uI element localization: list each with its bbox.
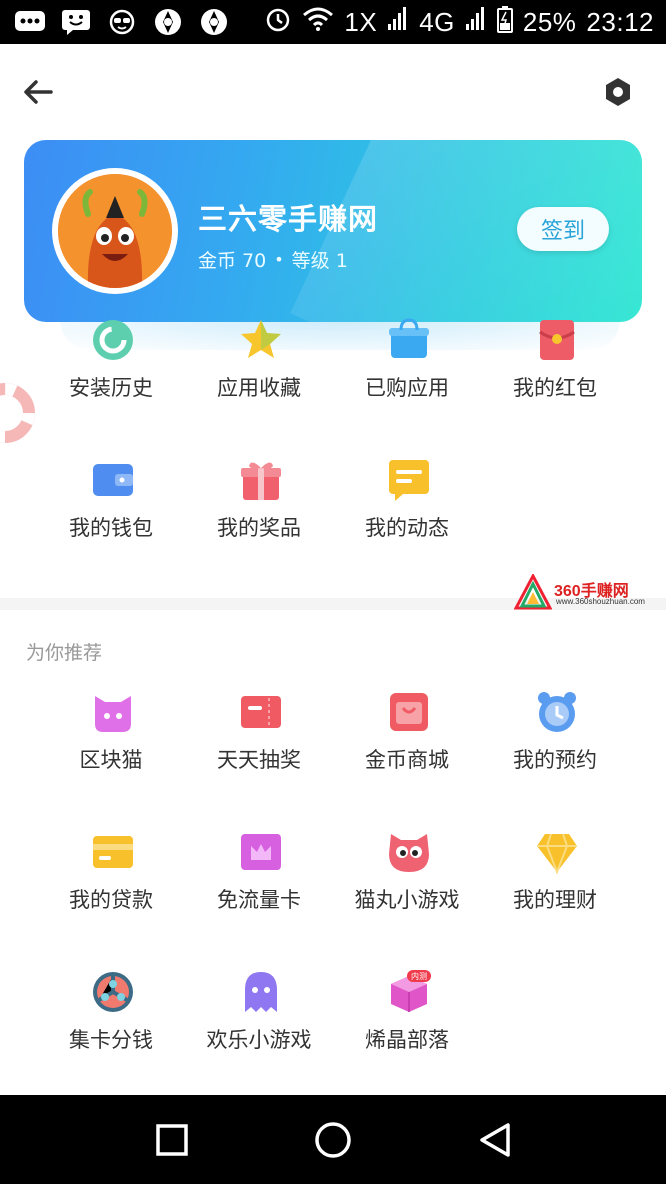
rec-block-cat[interactable]: 区块猫 — [37, 690, 185, 790]
rec-coin-store[interactable]: 金币商城 — [333, 690, 481, 790]
coins-value: 金币 70 — [198, 250, 267, 272]
monster-avatar-icon — [58, 174, 172, 288]
cat-ball-game-icon — [387, 830, 431, 874]
watermark-logo-icon — [514, 574, 552, 610]
menu-label: 已购应用 — [365, 376, 449, 400]
back-button[interactable] — [18, 72, 58, 112]
circle-icon — [315, 1122, 351, 1158]
alarm-clock-icon — [535, 690, 579, 734]
rec-data-card[interactable]: 免流量卡 — [185, 830, 333, 930]
menu-label: 安装历史 — [69, 376, 153, 400]
store-icon — [387, 690, 431, 734]
rec-label: 我的预约 — [513, 748, 597, 772]
rec-cat-ball-game[interactable]: 猫丸小游戏 — [333, 830, 481, 930]
rec-label: 集卡分钱 — [69, 1028, 153, 1052]
menu-label: 我的动态 — [365, 516, 449, 540]
gift-icon — [239, 458, 283, 502]
notification-icons — [14, 6, 230, 38]
credit-card-icon — [91, 830, 135, 874]
rec-label: 天天抽奖 — [217, 748, 301, 772]
user-stats: 金币 70 • 等级 1 — [198, 246, 348, 273]
recent-apps-button[interactable] — [147, 1115, 197, 1165]
system-nav-bar — [0, 1095, 666, 1184]
history-icon — [91, 318, 135, 362]
menu-install-history[interactable]: 安装历史 — [37, 318, 185, 418]
rec-loans[interactable]: 我的贷款 — [37, 830, 185, 930]
stats-separator: • — [274, 250, 284, 269]
battery-percent: 25% — [522, 6, 577, 37]
section-title: 为你推荐 — [26, 642, 103, 664]
settings-button[interactable] — [598, 72, 638, 112]
rec-label: 区块猫 — [79, 748, 143, 772]
card-collect-icon — [91, 970, 135, 1014]
rec-reservations[interactable]: 我的预约 — [481, 690, 629, 790]
rec-crystal-tribe[interactable]: 内测 烯晶部落 — [333, 970, 481, 1070]
aperture-icon-2 — [198, 6, 230, 38]
gear-icon — [606, 78, 630, 106]
menu-label: 我的奖品 — [217, 516, 301, 540]
alarm-icon — [264, 5, 292, 40]
rec-label: 我的理财 — [513, 888, 597, 912]
avatar[interactable] — [52, 168, 178, 294]
lottery-ticket-icon — [239, 690, 283, 734]
chat-bubble-icon — [14, 6, 46, 38]
watermark-url: www.360shouzhuan.com — [556, 597, 645, 606]
wallet-icon — [91, 458, 135, 502]
battery-icon — [496, 5, 513, 40]
network-4g: 4G — [419, 6, 455, 37]
rec-happy-games[interactable]: 欢乐小游戏 — [185, 970, 333, 1070]
profile-card: 三六零手赚网 金币 70 • 等级 1 签到 — [24, 140, 642, 322]
menu-prizes[interactable]: 我的奖品 — [185, 458, 333, 558]
rec-daily-lottery[interactable]: 天天抽奖 — [185, 690, 333, 790]
menu-label: 我的红包 — [513, 376, 597, 400]
star-icon — [239, 318, 283, 362]
menu-label: 应用收藏 — [217, 376, 301, 400]
wifi-icon — [302, 6, 334, 39]
checkin-button[interactable]: 签到 — [517, 207, 609, 251]
signal-icon — [387, 6, 409, 39]
red-envelope-icon — [535, 318, 579, 362]
arrow-left-icon — [24, 80, 53, 104]
user-name: 三六零手赚网 — [198, 202, 379, 236]
menu-activity[interactable]: 我的动态 — [333, 458, 481, 558]
system-status: 1X 4G 25% 23:12 — [264, 4, 654, 40]
crystal-box-icon: 内测 — [387, 970, 431, 1014]
clock: 23:12 — [586, 6, 654, 37]
signal-icon-2 — [465, 6, 487, 39]
network-1x: 1X — [344, 6, 378, 37]
home-button[interactable] — [308, 1115, 358, 1165]
message-icon — [387, 458, 431, 502]
rec-label: 金币商城 — [365, 748, 449, 772]
menu-purchased-apps[interactable]: 已购应用 — [333, 318, 481, 418]
triangle-back-icon — [480, 1123, 510, 1157]
menu-red-envelope[interactable]: 我的红包 — [481, 318, 629, 418]
rec-label: 烯晶部落 — [365, 1028, 449, 1052]
shopping-bag-icon — [387, 318, 431, 362]
watermark: 360手赚网 www.360shouzhuan.com — [514, 574, 666, 610]
level-value: 等级 1 — [291, 250, 348, 272]
rec-collect-cards[interactable]: 集卡分钱 — [37, 970, 185, 1070]
diamond-icon — [535, 830, 579, 874]
rec-label: 猫丸小游戏 — [354, 888, 460, 912]
back-nav-button[interactable] — [470, 1115, 520, 1165]
life-ring-icon[interactable] — [0, 382, 36, 444]
beta-badge: 内测 — [411, 971, 427, 981]
rec-label: 我的贷款 — [69, 888, 153, 912]
ghost-game-icon — [239, 970, 283, 1014]
rec-label: 欢乐小游戏 — [206, 1028, 312, 1052]
rec-label: 免流量卡 — [217, 888, 301, 912]
cat-icon — [91, 690, 135, 734]
menu-favorites[interactable]: 应用收藏 — [185, 318, 333, 418]
aperture-icon — [152, 6, 184, 38]
menu-wallet[interactable]: 我的钱包 — [37, 458, 185, 558]
status-bar: 1X 4G 25% 23:12 — [0, 0, 666, 44]
square-icon — [156, 1124, 188, 1156]
rec-wealth-management[interactable]: 我的理财 — [481, 830, 629, 930]
glasses-face-icon — [106, 6, 138, 38]
menu-label: 我的钱包 — [69, 516, 153, 540]
smile-message-icon — [60, 6, 92, 38]
crown-card-icon — [239, 830, 283, 874]
